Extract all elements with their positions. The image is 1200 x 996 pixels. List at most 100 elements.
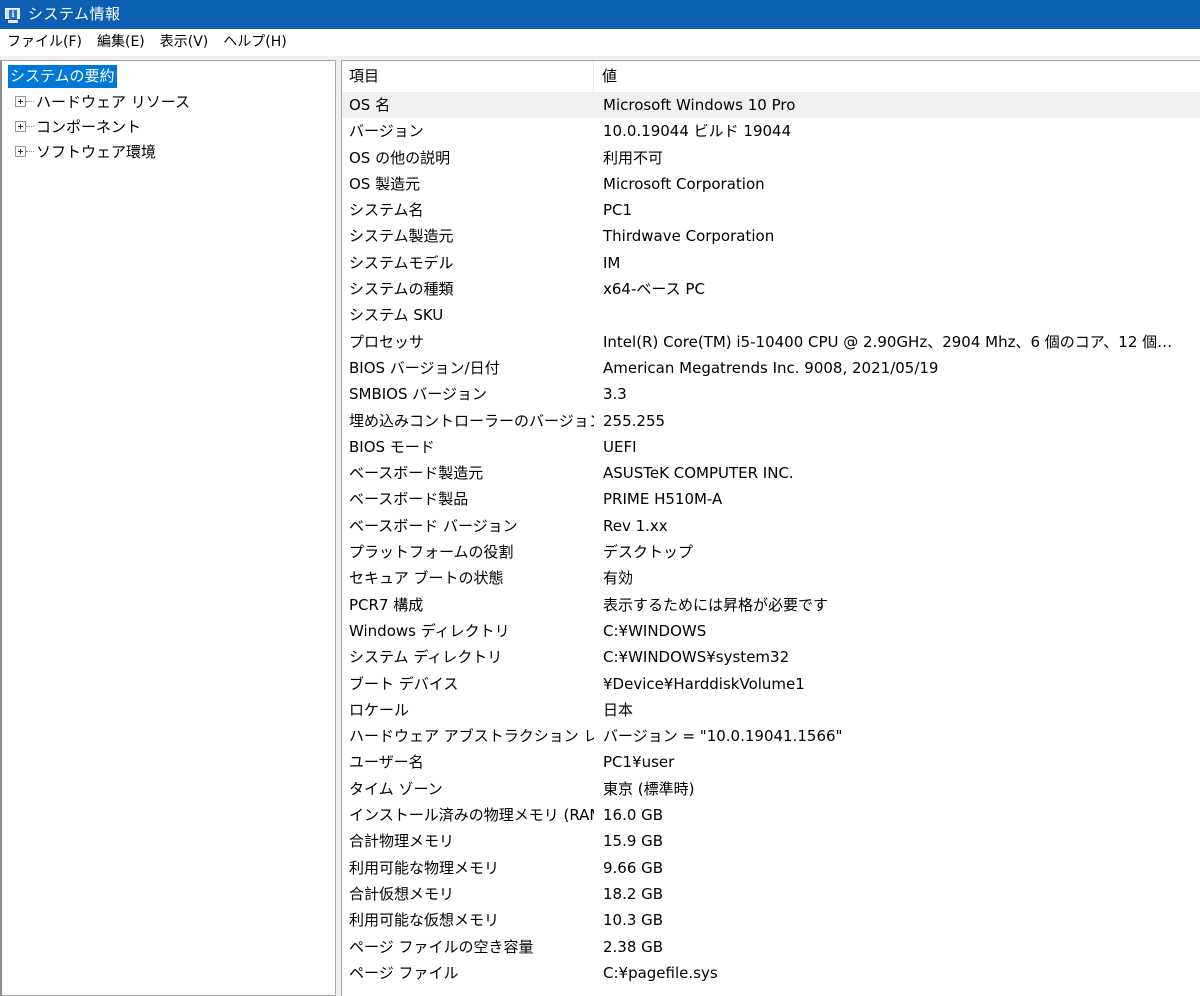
expand-icon[interactable] bbox=[15, 121, 26, 132]
table-row[interactable]: ブート デバイス ¥Device¥HarddiskVolume1 bbox=[342, 671, 1200, 697]
table-row[interactable]: 埋め込みコントローラーのバージョン 255.255 bbox=[342, 408, 1200, 434]
tree-item-components[interactable]: コンポーネント bbox=[2, 114, 335, 139]
menu-file[interactable]: ファイル(F) bbox=[0, 29, 90, 56]
cell-item: システムの種類 bbox=[349, 280, 454, 299]
table-row[interactable]: BIOS モード UEFI bbox=[342, 434, 1200, 460]
table-row[interactable]: システム名 PC1 bbox=[342, 197, 1200, 223]
cell-value: ¥Device¥HarddiskVolume1 bbox=[603, 674, 805, 693]
cell-value: 東京 (標準時) bbox=[603, 779, 695, 798]
table-row[interactable]: システム SKU bbox=[342, 302, 1200, 328]
tree-item-label: ハードウェア リソース bbox=[36, 93, 191, 111]
cell-value: 255.255 bbox=[603, 411, 666, 430]
cell-item: バージョン bbox=[349, 122, 424, 141]
expand-icon[interactable] bbox=[15, 96, 26, 107]
tree-item-hardware-resources[interactable]: ハードウェア リソース bbox=[2, 89, 335, 114]
cell-item: 合計仮想メモリ bbox=[349, 884, 455, 903]
cell-value: 15.9 GB bbox=[603, 832, 664, 851]
table-row[interactable]: システム ディレクトリ C:¥WINDOWS¥system32 bbox=[342, 644, 1200, 670]
table-row[interactable]: プロセッサ Intel(R) Core(TM) i5-10400 CPU @ 2.… bbox=[342, 329, 1200, 355]
cell-value: C:¥WINDOWS¥system32 bbox=[603, 648, 790, 667]
cell-item: システム ディレクトリ bbox=[349, 648, 503, 667]
table-row[interactable]: 利用可能な物理メモリ 9.66 GB bbox=[342, 855, 1200, 881]
menu-bar: ファイル(F) 編集(E) 表示(V) ヘルプ(H) bbox=[0, 29, 1200, 56]
column-header-value[interactable]: 値 bbox=[594, 61, 1200, 91]
cell-value: 16.0 GB bbox=[603, 806, 664, 825]
table-row[interactable]: ユーザー名 PC1¥user bbox=[342, 749, 1200, 775]
table-row[interactable]: ページ ファイル C:¥pagefile.sys bbox=[342, 960, 1200, 986]
cell-value: 有効 bbox=[603, 569, 634, 588]
table-row[interactable]: OS の他の説明 利用不可 bbox=[342, 145, 1200, 171]
table-row[interactable]: SMBIOS バージョン 3.3 bbox=[342, 381, 1200, 407]
menu-help[interactable]: ヘルプ(H) bbox=[216, 29, 294, 56]
cell-value: デスクトップ bbox=[603, 543, 694, 562]
table-row[interactable]: ベースボード バージョン Rev 1.xx bbox=[342, 513, 1200, 539]
column-headers: 項目 値 bbox=[342, 61, 1200, 92]
cell-value: PC1¥user bbox=[603, 753, 675, 772]
table-row[interactable]: セキュア ブートの状態 有効 bbox=[342, 565, 1200, 591]
table-row[interactable]: ベースボード製造元 ASUSTeK COMPUTER INC. bbox=[342, 460, 1200, 486]
cell-value: UEFI bbox=[603, 437, 637, 456]
table-row[interactable]: システム製造元 Thirdwave Corporation bbox=[342, 223, 1200, 249]
cell-value: 18.2 GB bbox=[603, 884, 664, 903]
table-row[interactable]: PCR7 構成 表示するためには昇格が必要です bbox=[342, 592, 1200, 618]
cell-item: ページ ファイル bbox=[349, 963, 459, 982]
category-tree[interactable]: システムの要約 ハードウェア リソース コンポーネント ソフトウェア環境 bbox=[0, 60, 336, 996]
cell-value: 10.3 GB bbox=[603, 911, 664, 930]
table-row[interactable]: 合計物理メモリ 15.9 GB bbox=[342, 828, 1200, 854]
cell-value: C:¥pagefile.sys bbox=[603, 963, 718, 982]
tree-item-system-summary[interactable]: システムの要約 bbox=[2, 64, 335, 89]
column-header-item[interactable]: 項目 bbox=[342, 61, 594, 91]
table-row[interactable]: ベースボード製品 PRIME H510M-A bbox=[342, 486, 1200, 512]
tree-item-software-environment[interactable]: ソフトウェア環境 bbox=[2, 139, 335, 164]
cell-item: OS 名 bbox=[349, 96, 391, 114]
cell-value: ASUSTeK COMPUTER INC. bbox=[603, 464, 794, 483]
table-row[interactable]: OS 製造元 Microsoft Corporation bbox=[342, 171, 1200, 197]
cell-item: SMBIOS バージョン bbox=[349, 385, 487, 404]
cell-item: ベースボード バージョン bbox=[349, 516, 518, 535]
title-bar[interactable]: i システム情報 bbox=[0, 0, 1200, 29]
cell-item: 利用可能な仮想メモリ bbox=[349, 911, 500, 930]
table-row[interactable]: バージョン 10.0.19044 ビルド 19044 bbox=[342, 118, 1200, 144]
cell-value: 日本 bbox=[603, 700, 634, 719]
table-row[interactable]: ハードウェア アブストラクション レイヤーバージョン = "10.0.19041… bbox=[342, 723, 1200, 749]
details-list[interactable]: 項目 値 OS 名 Microsoft Windows 10 Pro バージョン 10… bbox=[341, 60, 1200, 996]
cell-item: BIOS モード bbox=[349, 437, 435, 456]
cell-item: ページ ファイルの空き容量 bbox=[349, 937, 534, 956]
cell-value: C:¥WINDOWS bbox=[603, 621, 707, 640]
cell-value: Microsoft Windows 10 Pro bbox=[603, 96, 796, 114]
cell-item: タイム ゾーン bbox=[349, 779, 443, 798]
menu-edit[interactable]: 編集(E) bbox=[90, 29, 153, 56]
cell-value: 9.66 GB bbox=[603, 858, 664, 877]
table-row[interactable]: システムの種類 x64-ベース PC bbox=[342, 276, 1200, 302]
cell-item: Windows ディレクトリ bbox=[349, 621, 510, 640]
cell-value: IM bbox=[603, 253, 621, 272]
cell-value: Thirdwave Corporation bbox=[603, 227, 775, 246]
cell-item: システム SKU bbox=[349, 306, 444, 325]
table-row[interactable]: プラットフォームの役割 デスクトップ bbox=[342, 539, 1200, 565]
table-row[interactable]: ロケール 日本 bbox=[342, 697, 1200, 723]
cell-item: PCR7 構成 bbox=[349, 595, 424, 614]
table-row[interactable]: BIOS バージョン/日付 American Megatrends Inc. 90… bbox=[342, 355, 1200, 381]
table-row[interactable]: システムモデル IM bbox=[342, 250, 1200, 276]
cell-item: OS 製造元 bbox=[349, 174, 421, 193]
table-row[interactable]: 合計仮想メモリ 18.2 GB bbox=[342, 881, 1200, 907]
cell-item: ベースボード製品 bbox=[349, 490, 469, 509]
tree-connector bbox=[26, 126, 34, 127]
cell-item: 合計物理メモリ bbox=[349, 832, 455, 851]
menu-view[interactable]: 表示(V) bbox=[153, 29, 217, 56]
cell-item: プラットフォームの役割 bbox=[349, 543, 514, 562]
expand-icon[interactable] bbox=[15, 146, 26, 157]
cell-item: BIOS バージョン/日付 bbox=[349, 358, 500, 377]
table-row[interactable]: ページ ファイルの空き容量 2.38 GB bbox=[342, 934, 1200, 960]
table-row[interactable]: タイム ゾーン 東京 (標準時) bbox=[342, 776, 1200, 802]
cell-value: 10.0.19044 ビルド 19044 bbox=[603, 122, 792, 141]
cell-value: 利用不可 bbox=[603, 148, 664, 167]
table-row[interactable]: OS 名 Microsoft Windows 10 Pro bbox=[342, 92, 1200, 119]
tree-item-label: コンポーネント bbox=[36, 118, 142, 136]
table-row[interactable]: 利用可能な仮想メモリ 10.3 GB bbox=[342, 907, 1200, 933]
cell-value: バージョン = "10.0.19041.1566" bbox=[603, 727, 843, 746]
table-row[interactable]: Windows ディレクトリ C:¥WINDOWS bbox=[342, 618, 1200, 644]
table-row[interactable]: インストール済みの物理メモリ (RAM) 16.0 GB bbox=[342, 802, 1200, 828]
cell-item: ブート デバイス bbox=[349, 674, 459, 693]
cell-value: Microsoft Corporation bbox=[603, 174, 765, 193]
